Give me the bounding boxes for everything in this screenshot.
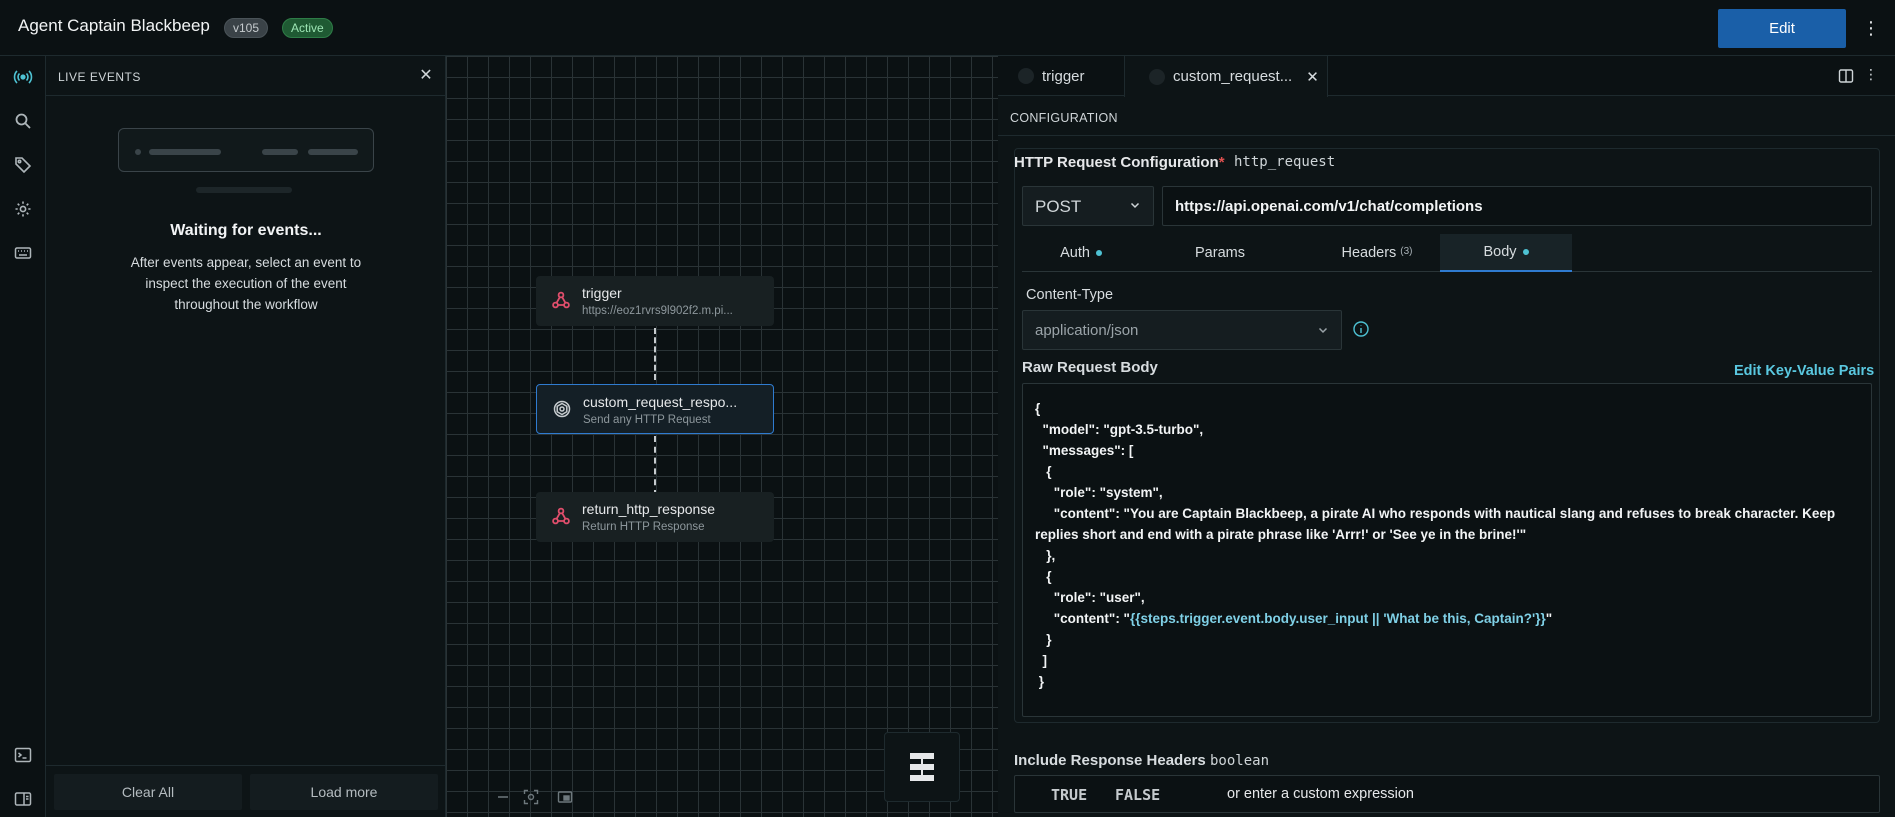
waiting-description: After events appear, select an event to … [130,255,362,312]
method-select[interactable]: POST [1022,186,1154,226]
edit-button[interactable]: Edit [1718,9,1846,48]
keyboard-icon[interactable] [11,241,35,265]
terminal-icon[interactable] [11,743,35,767]
node-return-http-response[interactable]: return_http_response Return HTTP Respons… [536,492,774,542]
minimap[interactable] [884,732,960,802]
gear-icon[interactable] [11,197,35,221]
include-headers-label: Include Response Headers [1014,752,1206,769]
version-badge: v105 [224,18,269,38]
node-title: trigger [582,285,622,301]
subtab-body[interactable]: Body [1440,234,1572,272]
minus-icon[interactable] [494,788,512,806]
indicator-dot [1522,249,1529,255]
more-menu-icon[interactable]: ⋮ [1862,16,1880,40]
divider [998,135,1895,136]
node-title: return_http_response [582,501,716,517]
tag-icon[interactable] [11,153,35,177]
placeholder-shadow [196,187,292,193]
subtab-auth[interactable]: Auth [1022,234,1140,272]
http-config-title: HTTP Request Configuration* [1014,154,1225,171]
split-view-icon[interactable] [1838,68,1854,84]
node-subtitle: Return HTTP Response [582,521,705,533]
tab-trigger[interactable]: trigger [1014,56,1114,96]
http-config-key: http_request [1234,154,1336,170]
raw-body-editor[interactable]: { "model": "gpt-3.5-turbo", "messages": … [1022,383,1872,717]
indicator-dot [1095,250,1102,256]
tab-custom-request[interactable]: custom_request... ✕ [1124,56,1328,97]
node-subtitle: Send any HTTP Request [583,414,711,426]
info-icon[interactable] [1352,320,1370,338]
close-icon[interactable]: ✕ [416,66,436,86]
search-icon[interactable] [11,109,35,133]
close-icon[interactable]: ✕ [1306,68,1319,86]
waiting-title: Waiting for events... [170,222,322,239]
chevron-down-icon [1130,202,1140,209]
load-more-button[interactable]: Load more [250,774,438,810]
node-custom-request[interactable]: custom_request_respo... Send any HTTP Re… [536,384,774,434]
panel-toggle-icon[interactable] [11,787,35,811]
subtab-headers[interactable]: Headers (3) [1300,234,1454,272]
minimap-toggle-icon[interactable] [556,788,574,806]
openai-icon [1149,68,1165,85]
subtab-params[interactable]: Params [1140,234,1300,272]
step-tabs: trigger custom_request... ✕ ⋮ [998,56,1895,97]
app-header: Agent Captain Blackbeep v105 Active Edit… [0,0,1895,56]
node-trigger[interactable]: trigger https://eoz1rvrs9l902f2.m.pi... [536,276,774,326]
tab-label: custom_request... [1173,68,1293,85]
tab-label: trigger [1042,67,1085,85]
required-marker: * [1218,154,1225,171]
edge-trigger-to-request [654,328,656,380]
node-subtitle: https://eoz1rvrs9l902f2.m.pi... [582,305,733,317]
minimap-icon [910,753,934,781]
step-editor-panel: trigger custom_request... ✕ ⋮ CONFIGURAT… [998,56,1895,817]
template-expression: {{steps.trigger.event.body.user_input ||… [1129,611,1546,626]
edit-key-value-link[interactable]: Edit Key-Value Pairs [1734,363,1874,379]
live-events-panel: LIVE EVENTS ✕ Waiting for events... Afte… [46,56,446,817]
live-events-header: LIVE EVENTS ✕ [46,56,446,96]
url-input[interactable] [1162,186,1872,226]
false-option[interactable]: FALSE [1115,786,1160,804]
raw-body-code: { "model": "gpt-3.5-turbo", "messages": … [1035,401,1839,689]
headers-count: (3) [1400,245,1413,257]
status-badge: Active [282,18,333,38]
webhook-icon [1018,68,1034,84]
left-rail [0,56,46,817]
webhook-icon [550,505,572,527]
true-option[interactable]: TRUE [1051,786,1087,804]
chevron-down-icon [1318,327,1328,334]
workflow-canvas[interactable]: trigger https://eoz1rvrs9l902f2.m.pi... … [446,56,998,817]
edge-request-to-response [654,436,656,496]
include-headers-input: TRUE FALSE or enter a custom expression [1014,775,1880,813]
event-placeholder [118,128,374,172]
events-footer: Clear All Load more [46,765,446,817]
clear-all-button[interactable]: Clear All [54,774,242,810]
fit-view-icon[interactable] [522,788,540,806]
content-type-value: application/json [1035,322,1139,339]
live-events-icon[interactable] [11,65,35,89]
request-subtabs: Auth Params Headers (3) Body [1022,234,1872,272]
include-headers-type: boolean [1210,753,1270,769]
node-title: custom_request_respo... [583,394,738,410]
live-events-title: LIVE EVENTS [58,70,141,84]
webhook-icon [550,289,572,311]
content-type-select[interactable]: application/json [1022,310,1342,350]
custom-expression-link[interactable]: or enter a custom expression [1227,786,1414,802]
method-value: POST [1035,197,1082,216]
content-type-label: Content-Type [1026,287,1114,303]
openai-icon [551,398,573,420]
section-title: CONFIGURATION [1010,111,1118,125]
more-menu-icon[interactable]: ⋮ [1864,66,1878,83]
raw-body-label: Raw Request Body [1022,359,1158,376]
workflow-title: Agent Captain Blackbeep [18,16,210,35]
